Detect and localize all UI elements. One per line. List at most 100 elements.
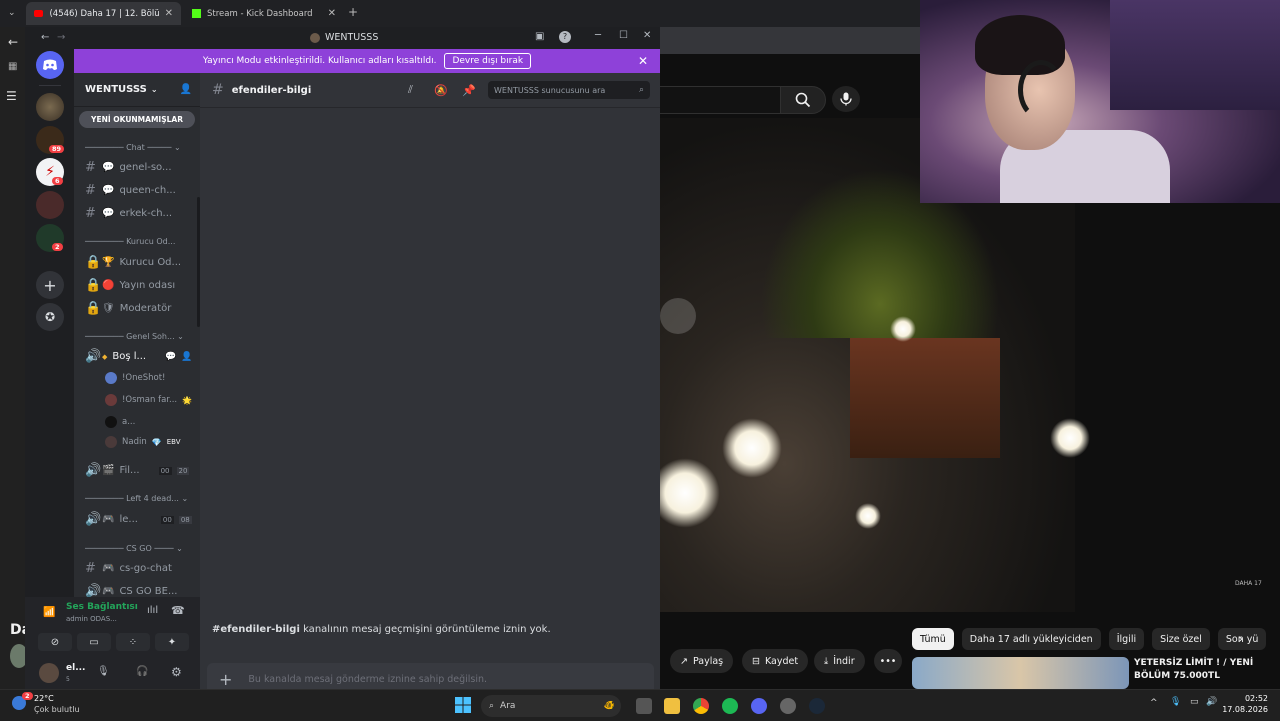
recommended-thumbnail[interactable] (912, 657, 1129, 689)
chrome-icon[interactable] (693, 698, 709, 714)
volume-icon[interactable]: 🔊 (1206, 697, 1217, 707)
pin-icon[interactable]: 📌 (462, 84, 476, 97)
soundboard-button[interactable]: ✦ (155, 633, 189, 651)
category-chat[interactable]: ──────── Chat ───── ⌄ (85, 143, 181, 152)
channel-moderator[interactable]: 🔒 🛡 Moderatör (85, 301, 171, 316)
threads-icon[interactable]: ⫽ (408, 83, 413, 97)
new-tab-button[interactable]: + (348, 5, 358, 19)
disconnect-icon[interactable]: ☎ (171, 604, 185, 617)
add-server-icon[interactable]: + (36, 271, 64, 299)
back-icon[interactable]: ← (8, 35, 18, 49)
clock-time[interactable]: 02:52 (1230, 694, 1268, 703)
chip-related[interactable]: İlgili (1108, 628, 1145, 650)
chevron-right-icon[interactable]: › (1238, 632, 1243, 647)
no-history-text: kanalının mesaj geçmişini görüntüleme iz… (299, 624, 551, 635)
more-actions-button[interactable]: ••• (874, 649, 902, 673)
chat-icon[interactable]: 💬 (165, 352, 176, 362)
help-icon[interactable]: ? (559, 31, 571, 43)
avatar[interactable] (39, 663, 59, 683)
channel-scrollbar[interactable] (197, 197, 200, 327)
close-icon[interactable]: ✕ (638, 54, 648, 68)
signal-icon[interactable]: 📶 (43, 607, 55, 618)
microphone-icon[interactable]: 🎙 (97, 666, 110, 677)
search-button[interactable] (780, 86, 826, 114)
start-button[interactable] (455, 697, 471, 716)
tab-youtube[interactable]: (4546) Daha 17 | 12. Bölüm - You ✕ (26, 2, 181, 25)
noise-icon[interactable]: ılıl (147, 605, 158, 616)
task-view-icon[interactable] (636, 698, 652, 714)
save-button[interactable]: ⊟ Kaydet (742, 649, 809, 673)
disable-streamer-mode-button[interactable]: Devre dışı bırak (444, 53, 532, 69)
invite-icon[interactable]: 👤 (181, 352, 192, 362)
channel-genel[interactable]: # 💬 genel-so... (85, 160, 172, 175)
discord-home-icon[interactable] (36, 51, 64, 79)
download-button[interactable]: ⤓ İndir (814, 649, 865, 673)
server-icon[interactable] (36, 191, 64, 219)
channel-erkek[interactable]: # 💬 erkek-ch... (85, 206, 172, 221)
server-header[interactable]: WENTUSSS ⌄ 👤 (74, 73, 200, 107)
inbox-icon[interactable]: ▣ (535, 31, 544, 42)
message-input[interactable]: + Bu kanalda mesaj gönderme iznine sahip… (207, 663, 654, 689)
voice-user[interactable]: !OneShot! (105, 372, 165, 384)
recommended-title[interactable]: YETERSİZ LİMİT ! / YENİ BÖLÜM 75.000TL (1134, 657, 1274, 683)
add-member-icon[interactable]: 👤 (180, 84, 192, 95)
tab-kick[interactable]: Stream - Kick Dashboard ✕ (184, 2, 344, 25)
taskbar-search-label: Ara (500, 701, 516, 711)
close-icon[interactable]: ✕ (328, 8, 336, 19)
channel-csgo-chat[interactable]: # 🎮 cs-go-chat (85, 561, 172, 576)
menu-icon[interactable]: ☰ (6, 89, 17, 103)
channel-kurucu[interactable]: 🔒 🏆 Kurucu Od... (85, 255, 181, 270)
voice-search-button[interactable] (832, 86, 860, 112)
channel-yayin[interactable]: 🔒 🔴 Yayın odası (85, 278, 175, 293)
channel-queen[interactable]: # 💬 queen-ch... (85, 183, 176, 198)
voice-channel-le[interactable]: 🔊 🎮 le... 00 08 (85, 512, 192, 527)
category-csgo[interactable]: ──────── CS GO ──── ⌄ (85, 544, 183, 553)
share-icon: ↗ (680, 655, 688, 667)
video-off-button[interactable]: ⊘ (38, 633, 72, 651)
explore-icon[interactable]: ✪ (36, 303, 64, 331)
close-icon[interactable]: ✕ (643, 30, 651, 41)
voice-channel-film[interactable]: 🔊 🎬 Fil... 00 20 (85, 463, 190, 478)
chevron-up-icon[interactable]: ^ (1150, 698, 1158, 708)
category-left4dead[interactable]: ──────── Left 4 dead... ⌄ (85, 494, 188, 503)
voice-channel-bos[interactable]: 🔊 ◆ Boş l... 💬 👤 (85, 349, 193, 364)
apps-icon[interactable]: ▦ (8, 61, 17, 72)
voice-user[interactable]: !Osman far... 🌟 (105, 394, 192, 406)
screen-share-button[interactable]: ▭ (77, 633, 111, 651)
share-button[interactable]: ↗ Paylaş (670, 649, 734, 673)
tab-list-icon[interactable]: ⌄ (8, 8, 16, 18)
back-icon[interactable]: ← (41, 32, 49, 43)
chip-uploader[interactable]: Daha 17 adlı yükleyiciden (961, 628, 1101, 650)
taskbar-search[interactable]: ⌕ Ara 🐠 (481, 695, 621, 717)
network-icon[interactable]: ▭ (1190, 697, 1199, 707)
minimize-icon[interactable]: ─ (595, 30, 601, 41)
file-explorer-icon[interactable] (664, 698, 680, 714)
gear-icon[interactable]: ⚙ (171, 665, 182, 679)
chip-all[interactable]: Tümü (912, 628, 954, 650)
chip-for-you[interactable]: Size özel (1152, 628, 1210, 650)
username[interactable]: el... (66, 663, 85, 673)
voice-channel-name[interactable]: admin ODAS... (66, 615, 117, 623)
steam-icon[interactable] (809, 698, 825, 714)
download-icon: ⤓ (824, 655, 829, 667)
headphones-icon[interactable]: 🎧 (136, 666, 148, 677)
microphone-icon[interactable]: 🎙 (1170, 697, 1181, 707)
voice-user[interactable]: a... (105, 416, 135, 428)
new-unreads-button[interactable]: YENİ OKUNMAMIŞLAR (79, 111, 195, 128)
forward-icon[interactable]: → (57, 32, 65, 43)
search-input[interactable] (660, 86, 781, 114)
clock-date[interactable]: 17.08.2026 (1222, 705, 1268, 714)
activities-button[interactable]: ⁘ (116, 633, 150, 651)
server-icon-wentusss[interactable] (36, 93, 64, 121)
category-kurucu[interactable]: ──────── Kurucu Od... (85, 237, 175, 246)
maximize-icon[interactable]: ☐ (619, 30, 628, 41)
add-attachment-icon[interactable]: + (219, 670, 232, 689)
app-icon[interactable] (780, 698, 796, 714)
notifications-off-icon[interactable]: 🔕 (434, 84, 448, 97)
close-icon[interactable]: ✕ (165, 8, 173, 19)
discord-icon[interactable] (751, 698, 767, 714)
category-genel[interactable]: ──────── Genel Soh... ⌄ (85, 332, 184, 341)
voice-user[interactable]: Nadin 💎 EBV (105, 436, 181, 448)
spotify-icon[interactable] (722, 698, 738, 714)
server-search-input[interactable]: WENTUSSS sunucusunu ara ⌕ (488, 81, 650, 99)
